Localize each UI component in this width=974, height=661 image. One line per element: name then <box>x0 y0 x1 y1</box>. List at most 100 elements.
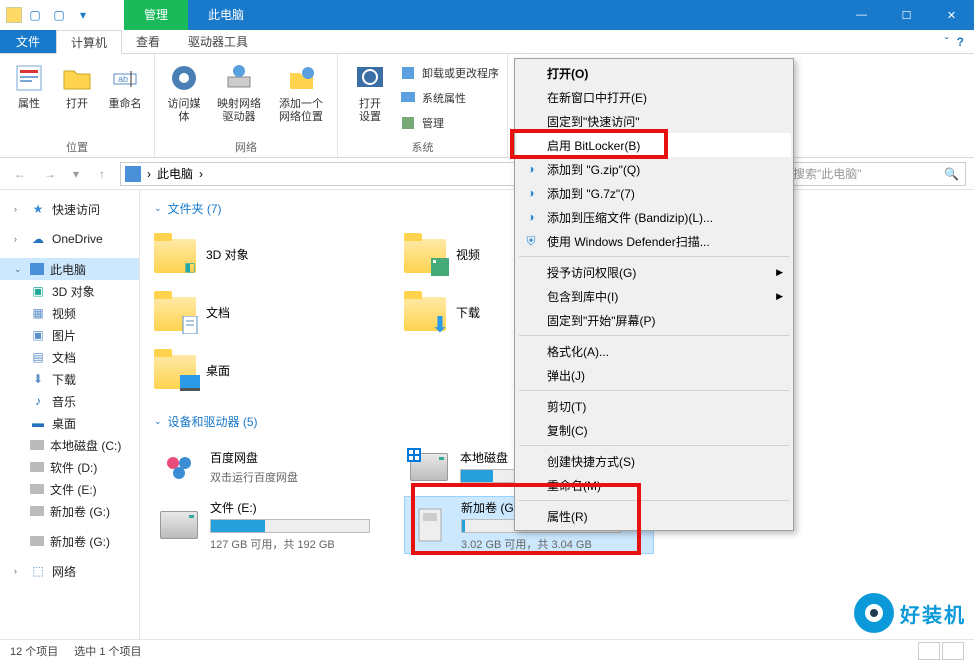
ctx-create-shortcut[interactable]: 创建快捷方式(S) <box>517 449 791 473</box>
status-bar: 12 个项目 选中 1 个项目 <box>0 639 974 661</box>
sidebar-item-drive-e[interactable]: 文件 (E:) <box>0 478 139 500</box>
download-icon: ⬇ <box>430 315 450 335</box>
cloud-icon: ☁ <box>30 231 46 247</box>
network-icon: ⬚ <box>30 563 46 579</box>
ctx-rename[interactable]: 重命名(M) <box>517 473 791 497</box>
ribbon-collapse-icon[interactable]: ˇ <box>945 35 949 49</box>
sidebar-this-pc[interactable]: ⌄此电脑 <box>0 258 139 280</box>
help-icon[interactable]: ? <box>957 35 964 49</box>
up-button[interactable]: ↑ <box>90 162 114 186</box>
desktop-icon: ▬ <box>30 415 46 431</box>
ctx-enable-bitlocker[interactable]: 启用 BitLocker(B) <box>517 133 791 157</box>
open-settings-button[interactable]: 打开 设置 <box>346 58 394 139</box>
breadcrumb[interactable]: 此电脑 <box>157 165 193 182</box>
system-properties-button[interactable]: 系统属性 <box>400 87 499 109</box>
qat-item[interactable]: ▢ <box>24 4 46 26</box>
download-icon: ⬇ <box>30 371 46 387</box>
sidebar-item-drive-d[interactable]: 软件 (D:) <box>0 456 139 478</box>
recent-locations-button[interactable]: ▾ <box>68 162 84 186</box>
system-icon[interactable] <box>6 7 22 23</box>
back-button[interactable]: ← <box>8 162 32 186</box>
ctx-include-library[interactable]: 包含到库中(I)▶ <box>517 284 791 308</box>
search-icon: 🔍 <box>944 167 959 181</box>
access-media-button[interactable]: 访问媒体 <box>163 58 205 139</box>
ctx-add-7z[interactable]: ◑添加到 "G.7z"(7) <box>517 181 791 205</box>
cube-icon: ◧ <box>180 257 200 277</box>
sidebar-item-drive-c[interactable]: 本地磁盘 (C:) <box>0 434 139 456</box>
sidebar-quick-access[interactable]: ›★快速访问 <box>0 198 139 220</box>
open-button[interactable]: 打开 <box>56 58 98 139</box>
ctx-add-archive[interactable]: ◑添加到压缩文件 (Bandizip)(L)... <box>517 205 791 229</box>
watermark: 好装机 <box>854 593 966 633</box>
breadcrumb-sep: › <box>147 167 151 181</box>
folder-open-icon <box>61 62 93 94</box>
ctx-eject[interactable]: 弹出(J) <box>517 363 791 387</box>
sidebar-network[interactable]: ›⬚网络 <box>0 560 139 582</box>
maximize-button[interactable]: ☐ <box>884 0 929 30</box>
properties-button[interactable]: 属性 <box>8 58 50 139</box>
pc-icon <box>125 166 141 182</box>
document-icon: ▤ <box>30 349 46 365</box>
window-title: 此电脑 <box>188 0 264 30</box>
ctx-properties[interactable]: 属性(R) <box>517 504 791 528</box>
sidebar-onedrive[interactable]: ›☁OneDrive <box>0 228 139 250</box>
add-network-location-button[interactable]: 添加一个 网络位置 <box>273 58 329 139</box>
sidebar-item-desktop[interactable]: ▬桌面 <box>0 412 139 434</box>
ribbon: 属性 打开 ab 重命名 位置 访问媒体 映射网络 驱动器 <box>0 54 974 158</box>
breadcrumb-sep: › <box>199 167 203 181</box>
search-input[interactable]: 搜索"此电脑" 🔍 <box>786 162 966 186</box>
ctx-grant-access[interactable]: 授予访问权限(G)▶ <box>517 260 791 284</box>
ctx-open-new-window[interactable]: 在新窗口中打开(E) <box>517 85 791 109</box>
map-network-drive-button[interactable]: 映射网络 驱动器 <box>211 58 267 139</box>
ctx-open[interactable]: 打开(O) <box>517 61 791 85</box>
ctx-format[interactable]: 格式化(A)... <box>517 339 791 363</box>
cube-icon: ▣ <box>30 283 46 299</box>
qat-dropdown[interactable]: ▾ <box>72 4 94 26</box>
ctx-copy[interactable]: 复制(C) <box>517 418 791 442</box>
sidebar-item-pictures[interactable]: ▣图片 <box>0 324 139 346</box>
uninstall-icon <box>400 65 416 81</box>
manage-button[interactable]: 管理 <box>400 112 499 134</box>
ribbon-tabs: 文件 计算机 查看 驱动器工具 ˇ ? <box>0 30 974 54</box>
file-tab[interactable]: 文件 <box>0 30 56 53</box>
ctx-defender-scan[interactable]: ⛨使用 Windows Defender扫描... <box>517 229 791 253</box>
view-large-icons-button[interactable] <box>942 642 964 660</box>
folder-3d-objects[interactable]: ◧3D 对象 <box>154 225 404 283</box>
sidebar-item-3d[interactable]: ▣3D 对象 <box>0 280 139 302</box>
svg-text:ab: ab <box>118 74 128 84</box>
quick-access-toolbar: ▢ ▢ ▾ <box>0 4 94 26</box>
context-tab-manage[interactable]: 管理 <box>124 0 188 30</box>
forward-button[interactable]: → <box>38 162 62 186</box>
minimize-button[interactable]: — <box>839 0 884 30</box>
rename-button[interactable]: ab 重命名 <box>104 58 146 139</box>
ctx-add-gzip[interactable]: ◑添加到 "G.zip"(Q) <box>517 157 791 181</box>
ctx-cut[interactable]: 剪切(T) <box>517 394 791 418</box>
doc-icon <box>180 315 200 335</box>
bandizip-icon: ◑ <box>523 185 539 201</box>
drive-baidu[interactable]: 百度网盘双击运行百度网盘 <box>154 438 404 496</box>
settings-icon <box>354 62 386 94</box>
tab-computer[interactable]: 计算机 <box>56 30 122 54</box>
address-row: ← → ▾ ↑ › 此电脑 › ↻ 搜索"此电脑" 🔍 <box>0 158 974 190</box>
ctx-pin-quick-access[interactable]: 固定到"快速访问" <box>517 109 791 133</box>
sidebar-item-downloads[interactable]: ⬇下载 <box>0 368 139 390</box>
sidebar-item-documents[interactable]: ▤文档 <box>0 346 139 368</box>
close-button[interactable]: ✕ <box>929 0 974 30</box>
sidebar-item-music[interactable]: ♪音乐 <box>0 390 139 412</box>
sidebar-item-videos[interactable]: ▦视频 <box>0 302 139 324</box>
folder-desktop[interactable]: 桌面 <box>154 341 404 399</box>
folder-documents[interactable]: 文档 <box>154 283 404 341</box>
uninstall-programs-button[interactable]: 卸载或更改程序 <box>400 62 499 84</box>
drive-e[interactable]: 文件 (E:)127 GB 可用，共 192 GB <box>154 496 404 554</box>
tab-view[interactable]: 查看 <box>122 30 174 53</box>
sidebar-item-drive-g[interactable]: 新加卷 (G:) <box>0 500 139 522</box>
ctx-pin-start[interactable]: 固定到"开始"屏幕(P) <box>517 308 791 332</box>
manage-icon <box>400 115 416 131</box>
qat-item[interactable]: ▢ <box>48 4 70 26</box>
view-details-button[interactable] <box>918 642 940 660</box>
watermark-logo-icon <box>854 593 894 633</box>
sidebar-item-drive-g2[interactable]: 新加卷 (G:) <box>0 530 139 552</box>
window-controls: — ☐ ✕ <box>839 0 974 30</box>
tab-drive-tools[interactable]: 驱动器工具 <box>174 30 262 53</box>
context-menu: 打开(O) 在新窗口中打开(E) 固定到"快速访问" 启用 BitLocker(… <box>514 58 794 531</box>
